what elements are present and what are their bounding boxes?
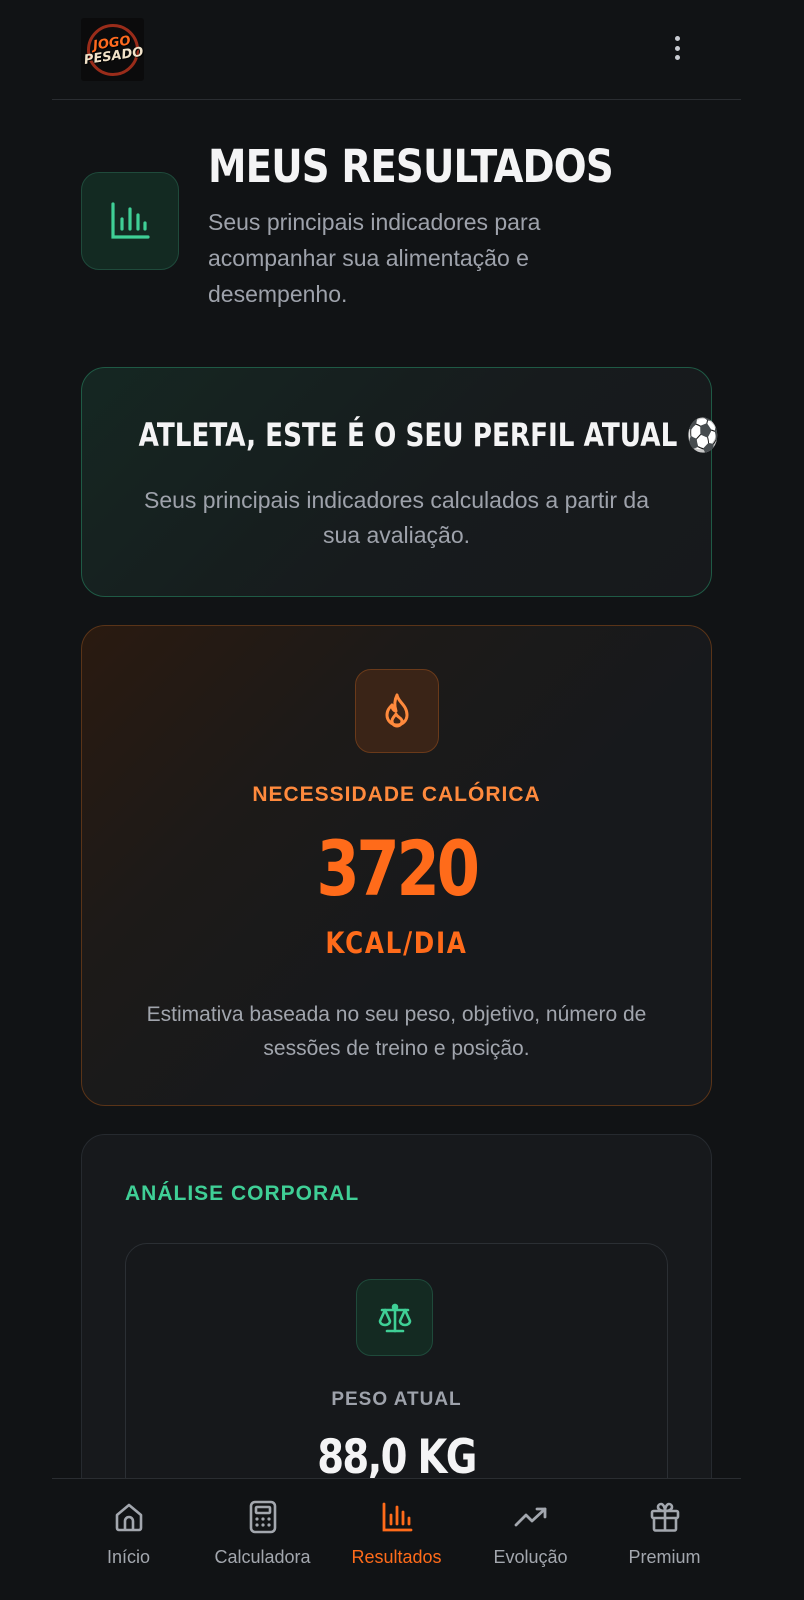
nav-label: Início: [106, 1547, 151, 1567]
top-bar: JOGO PESADO: [52, 0, 741, 100]
calorie-unit: KCAL/DIA: [325, 926, 468, 960]
more-vertical-icon[interactable]: [670, 30, 684, 66]
weight-value: 88,0 KG: [317, 1430, 477, 1485]
app-screen: JOGO PESADO MEUS RESULTADOS Seus princip…: [0, 0, 804, 1600]
nav-item-premium[interactable]: Premium: [602, 1479, 727, 1600]
calorie-card: NECESSIDADE CALÓRICA 3720 KCAL/DIA Estim…: [81, 625, 712, 1106]
nav-label: Evolução: [493, 1547, 568, 1567]
trending-up-icon: [514, 1499, 548, 1535]
nav-label: Resultados: [351, 1547, 442, 1567]
calorie-label: NECESSIDADE CALÓRICA: [252, 783, 541, 806]
nav-label: Premium: [628, 1547, 701, 1567]
nav-item-calculadora[interactable]: Calculadora: [200, 1479, 325, 1600]
gift-icon: [649, 1499, 681, 1535]
profile-subtitle: Seus principais indicadores calculados a…: [143, 487, 649, 548]
calculator-icon: [249, 1499, 277, 1535]
bar-chart-icon: [81, 172, 179, 270]
calorie-description: Estimativa baseada no seu peso, objetivo…: [146, 1003, 647, 1060]
calorie-value: 3720: [316, 824, 480, 913]
app-logo[interactable]: JOGO PESADO: [81, 18, 144, 81]
page-subtitle: Seus principais indicadores para acompan…: [208, 209, 541, 307]
scale-icon: [356, 1279, 433, 1356]
nav-item-evolucao[interactable]: Evolução: [468, 1479, 593, 1600]
home-icon: [113, 1499, 145, 1535]
profile-card: ATLETA, ESTE É O SEU PERFIL ATUAL ⚽ Seus…: [81, 367, 720, 597]
bar-chart-icon: [381, 1499, 413, 1535]
body-analysis-label: ANÁLISE CORPORAL: [125, 1182, 360, 1205]
flame-icon: [355, 669, 439, 753]
nav-item-resultados[interactable]: Resultados: [334, 1479, 459, 1600]
weight-label: PESO ATUAL: [331, 1389, 462, 1410]
profile-title: ATLETA, ESTE É O SEU PERFIL ATUAL ⚽: [138, 416, 720, 454]
nav-label: Calculadora: [214, 1547, 311, 1567]
page-title: MEUS RESULTADOS: [208, 140, 614, 193]
bottom-nav: Início Calculadora Resultados Evolução P…: [52, 1478, 741, 1600]
nav-item-inicio[interactable]: Início: [66, 1479, 191, 1600]
